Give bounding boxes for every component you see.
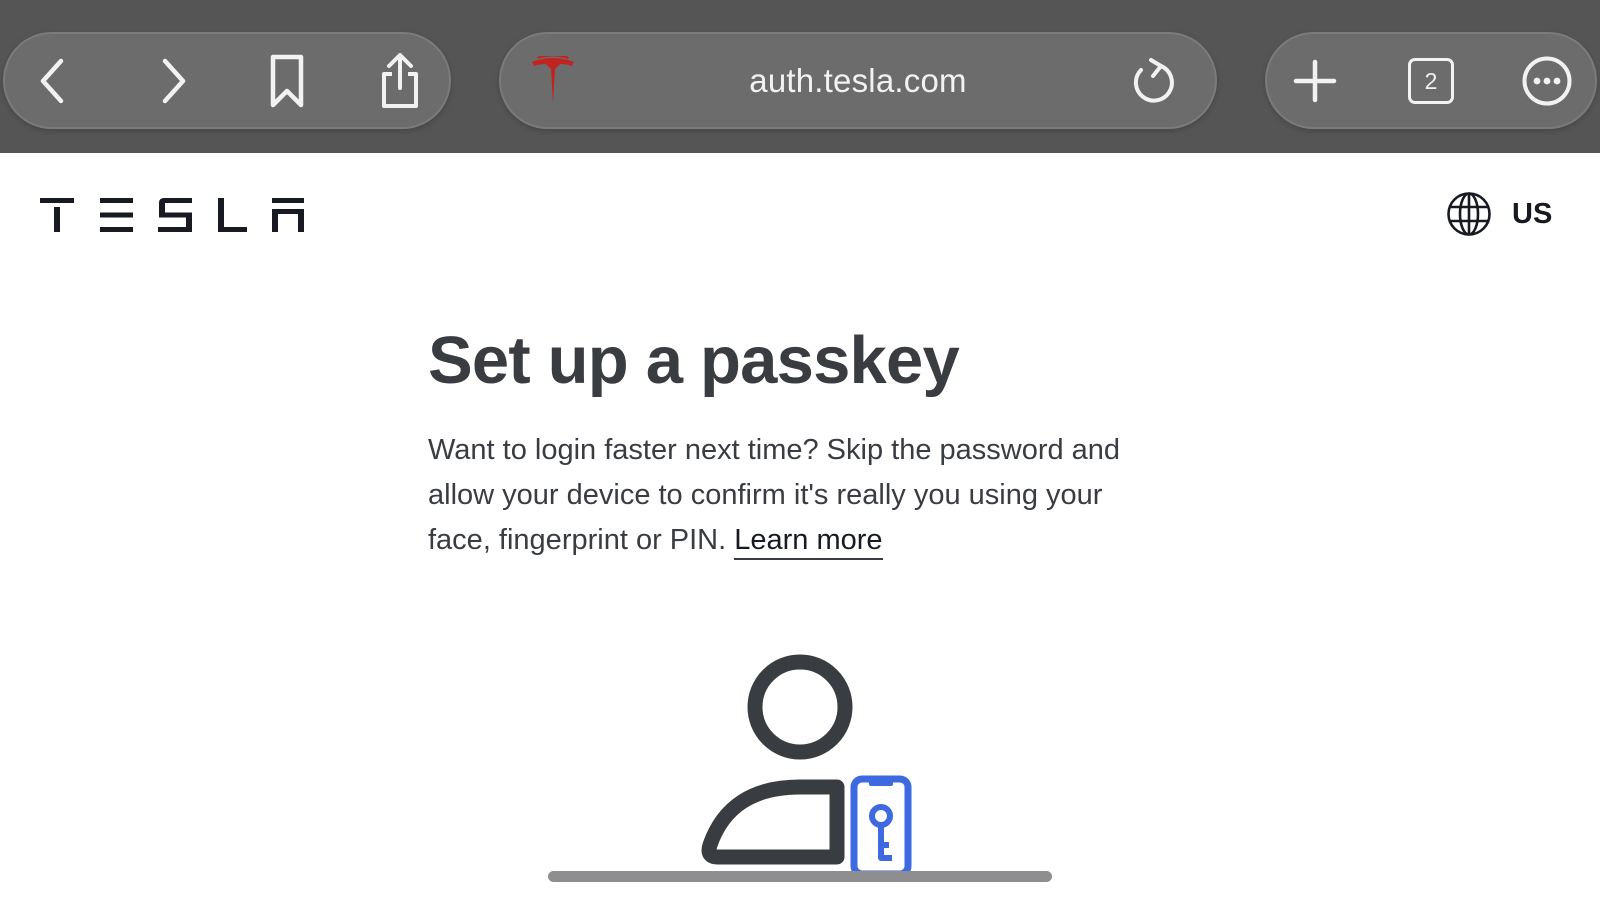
- tab-count-badge: 2: [1408, 57, 1454, 104]
- globe-icon: [1447, 192, 1491, 236]
- back-button[interactable]: [13, 32, 93, 129]
- new-tab-button[interactable]: [1275, 32, 1355, 129]
- navigation-controls: [3, 32, 451, 129]
- address-bar[interactable]: auth.tesla.com: [499, 32, 1217, 129]
- home-indicator: [548, 871, 1052, 882]
- tab-controls: 2: [1265, 32, 1597, 129]
- url-text[interactable]: auth.tesla.com: [499, 32, 1217, 129]
- bookmark-icon: [270, 54, 304, 107]
- learn-more-link[interactable]: Learn more: [734, 524, 883, 560]
- locale-label: US: [1512, 197, 1553, 230]
- tabs-button[interactable]: 2: [1391, 32, 1471, 129]
- forward-chevron-icon: [162, 58, 186, 103]
- browser-toolbar: auth.tesla.com 2: [0, 0, 1600, 153]
- plus-icon: [1293, 59, 1337, 102]
- more-button[interactable]: [1507, 32, 1587, 129]
- page-description: Want to login faster next time? Skip the…: [428, 428, 1168, 563]
- share-button[interactable]: [360, 32, 440, 129]
- bookmarks-button[interactable]: [247, 32, 327, 129]
- locale-selector[interactable]: US: [1446, 190, 1552, 238]
- more-icon: [1522, 56, 1572, 105]
- share-icon: [382, 52, 418, 108]
- page-title: Set up a passkey: [428, 323, 960, 398]
- tesla-logo[interactable]: [40, 198, 312, 232]
- person-with-phone-key-icon: [701, 654, 912, 878]
- back-chevron-icon: [40, 58, 64, 103]
- reload-icon: [1133, 57, 1174, 103]
- forward-button[interactable]: [133, 32, 213, 129]
- reload-button[interactable]: [1114, 32, 1194, 129]
